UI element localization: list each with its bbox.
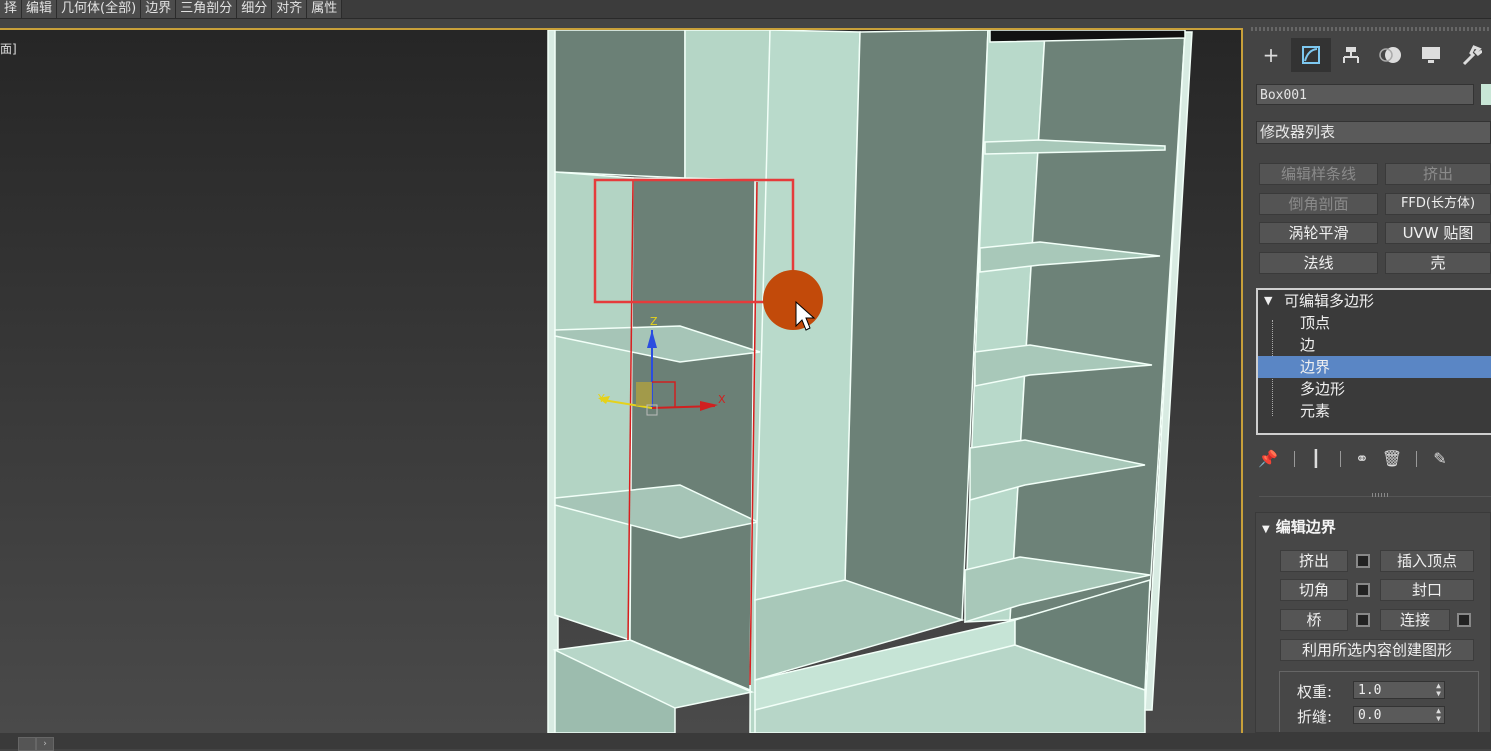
turbosmooth-button[interactable]: 涡轮平滑	[1259, 222, 1378, 244]
connect-button[interactable]: 连接	[1380, 609, 1450, 631]
ribbon-tab-geometry[interactable]: 几何体(全部)	[57, 0, 142, 18]
weight-value: 1.0	[1358, 683, 1382, 698]
stack-item-label: 边	[1300, 336, 1316, 354]
object-color-swatch[interactable]	[1481, 84, 1491, 105]
scene-canvas[interactable]: Z X Y	[0, 30, 1241, 733]
collapse-triangle-icon[interactable]: ▼	[1264, 290, 1272, 312]
ffd-box-button[interactable]: FFD(长方体)	[1385, 193, 1491, 215]
crease-value: 0.0	[1358, 708, 1382, 723]
shell-button[interactable]: 壳	[1385, 252, 1491, 274]
display-icon[interactable]	[1411, 38, 1451, 72]
panel-grip-handle[interactable]	[1251, 27, 1491, 31]
bevel-profile-button[interactable]: 倒角剖面	[1259, 193, 1378, 215]
hierarchy-icon[interactable]	[1331, 38, 1371, 72]
ribbon-tab-edit[interactable]: 编辑	[22, 0, 58, 18]
uvw-map-button[interactable]: UVW 贴图	[1385, 222, 1491, 244]
cap-button[interactable]: 封口	[1380, 579, 1474, 601]
insert-vertex-button[interactable]: 插入顶点	[1380, 550, 1474, 572]
command-panel-tabs: +	[1251, 38, 1491, 72]
gizmo-z-label: Z	[650, 315, 658, 328]
remove-modifier-icon[interactable]: 🗑	[1380, 448, 1404, 470]
ribbon-tab-properties[interactable]: 属性	[307, 0, 343, 18]
spinner-arrows-icon[interactable]: ▲ ▼	[1436, 682, 1441, 698]
motion-icon[interactable]	[1371, 38, 1411, 72]
ribbon-tab-subdivision[interactable]: 细分	[237, 0, 273, 18]
extrude-settings-button[interactable]	[1356, 554, 1370, 568]
ribbon-tab-align[interactable]: 对齐	[272, 0, 308, 18]
ribbon-tab-triangulation[interactable]: 三角剖分	[176, 0, 238, 18]
utilities-icon[interactable]	[1451, 38, 1491, 72]
modifier-stack: ▼ 可编辑多边形 顶点 边 边界 多边形 元素	[1256, 288, 1491, 435]
stack-item-border[interactable]: 边界	[1258, 356, 1491, 378]
left-compartment-back	[629, 177, 756, 692]
create-shape-from-selection-button[interactable]: 利用所选内容创建图形	[1280, 639, 1474, 661]
stack-root-row[interactable]: ▼ 可编辑多边形	[1258, 290, 1491, 312]
object-name-field[interactable]: Box001	[1256, 84, 1474, 105]
middle-panel-dark	[844, 30, 989, 621]
edit-border-rollout: ▼ 编辑边界 挤出 插入顶点 切角 封口 桥 连接 利用所选内容创建图形 权重: …	[1255, 512, 1491, 733]
crease-spinner[interactable]: 0.0 ▲ ▼	[1353, 706, 1445, 724]
modify-icon[interactable]	[1291, 38, 1331, 72]
cabinet-model	[547, 30, 1193, 733]
stack-item-edge[interactable]: 边	[1258, 334, 1491, 356]
rollout-title-label: 编辑边界	[1275, 518, 1336, 536]
extrude-button[interactable]: 挤出	[1385, 163, 1491, 185]
make-unique-icon[interactable]: ⚭	[1350, 448, 1374, 470]
stack-tools-row: 📌 ┃ ⚭ 🗑 ✎	[1256, 448, 1491, 470]
extrude-border-button[interactable]: 挤出	[1280, 550, 1348, 572]
ribbon-tab-border[interactable]: 边界	[141, 0, 177, 18]
gizmo-y-label: Y	[597, 392, 605, 405]
stack-item-label: 顶点	[1300, 314, 1331, 332]
ribbon-tab-select[interactable]: 择	[0, 0, 23, 18]
pin-stack-icon[interactable]: 📌	[1256, 448, 1280, 470]
configure-sets-icon[interactable]: ✎	[1428, 448, 1452, 470]
stack-root-label: 可编辑多边形	[1284, 292, 1375, 310]
normal-button[interactable]: 法线	[1259, 252, 1378, 274]
collapse-triangle-icon[interactable]: ▼	[1262, 524, 1270, 535]
stack-item-label: 边界	[1300, 358, 1331, 376]
modifier-list-dropdown[interactable]: 修改器列表	[1256, 121, 1491, 144]
connect-settings-button[interactable]	[1457, 613, 1471, 627]
create-icon[interactable]: +	[1251, 38, 1291, 72]
stack-item-polygon[interactable]: 多边形	[1258, 378, 1491, 400]
stack-item-element[interactable]: 元素	[1258, 400, 1491, 422]
rollout-title[interactable]: ▼ 编辑边界	[1262, 516, 1336, 537]
divider-grip[interactable]	[1372, 493, 1390, 497]
weight-spinner[interactable]: 1.0 ▲ ▼	[1353, 681, 1445, 699]
edit-spline-button[interactable]: 编辑样条线	[1259, 163, 1378, 185]
chamfer-button[interactable]: 切角	[1280, 579, 1348, 601]
ribbon-tabs: 择 编辑 几何体(全部) 边界 三角剖分 细分 对齐 属性	[0, 0, 1491, 19]
stack-item-vertex[interactable]: 顶点	[1258, 312, 1491, 334]
crease-label: 折缝:	[1297, 708, 1333, 726]
bridge-settings-button[interactable]	[1356, 613, 1370, 627]
weight-label: 权重:	[1297, 683, 1333, 701]
gizmo-x-label: X	[718, 393, 726, 406]
spinner-arrows-icon[interactable]: ▲ ▼	[1436, 707, 1441, 723]
bottom-status-strip: ›	[0, 733, 1491, 751]
stack-item-label: 多边形	[1300, 380, 1346, 398]
chamfer-settings-button[interactable]	[1356, 583, 1370, 597]
command-panel: + Box001 修改器列表 编辑样条线 挤出 倒角剖面 FFD(长方体) 涡轮…	[1247, 24, 1491, 733]
perspective-viewport[interactable]: 面] Z X Y	[0, 28, 1243, 733]
upper-back-panel	[554, 30, 686, 179]
show-end-result-icon[interactable]: ┃	[1304, 448, 1328, 470]
bridge-button[interactable]: 桥	[1280, 609, 1348, 631]
cursor-highlight-dot	[763, 270, 823, 330]
weight-crease-group: 权重: 1.0 ▲ ▼ 折缝: 0.0 ▲ ▼	[1279, 671, 1479, 732]
stack-item-label: 元素	[1300, 402, 1331, 420]
